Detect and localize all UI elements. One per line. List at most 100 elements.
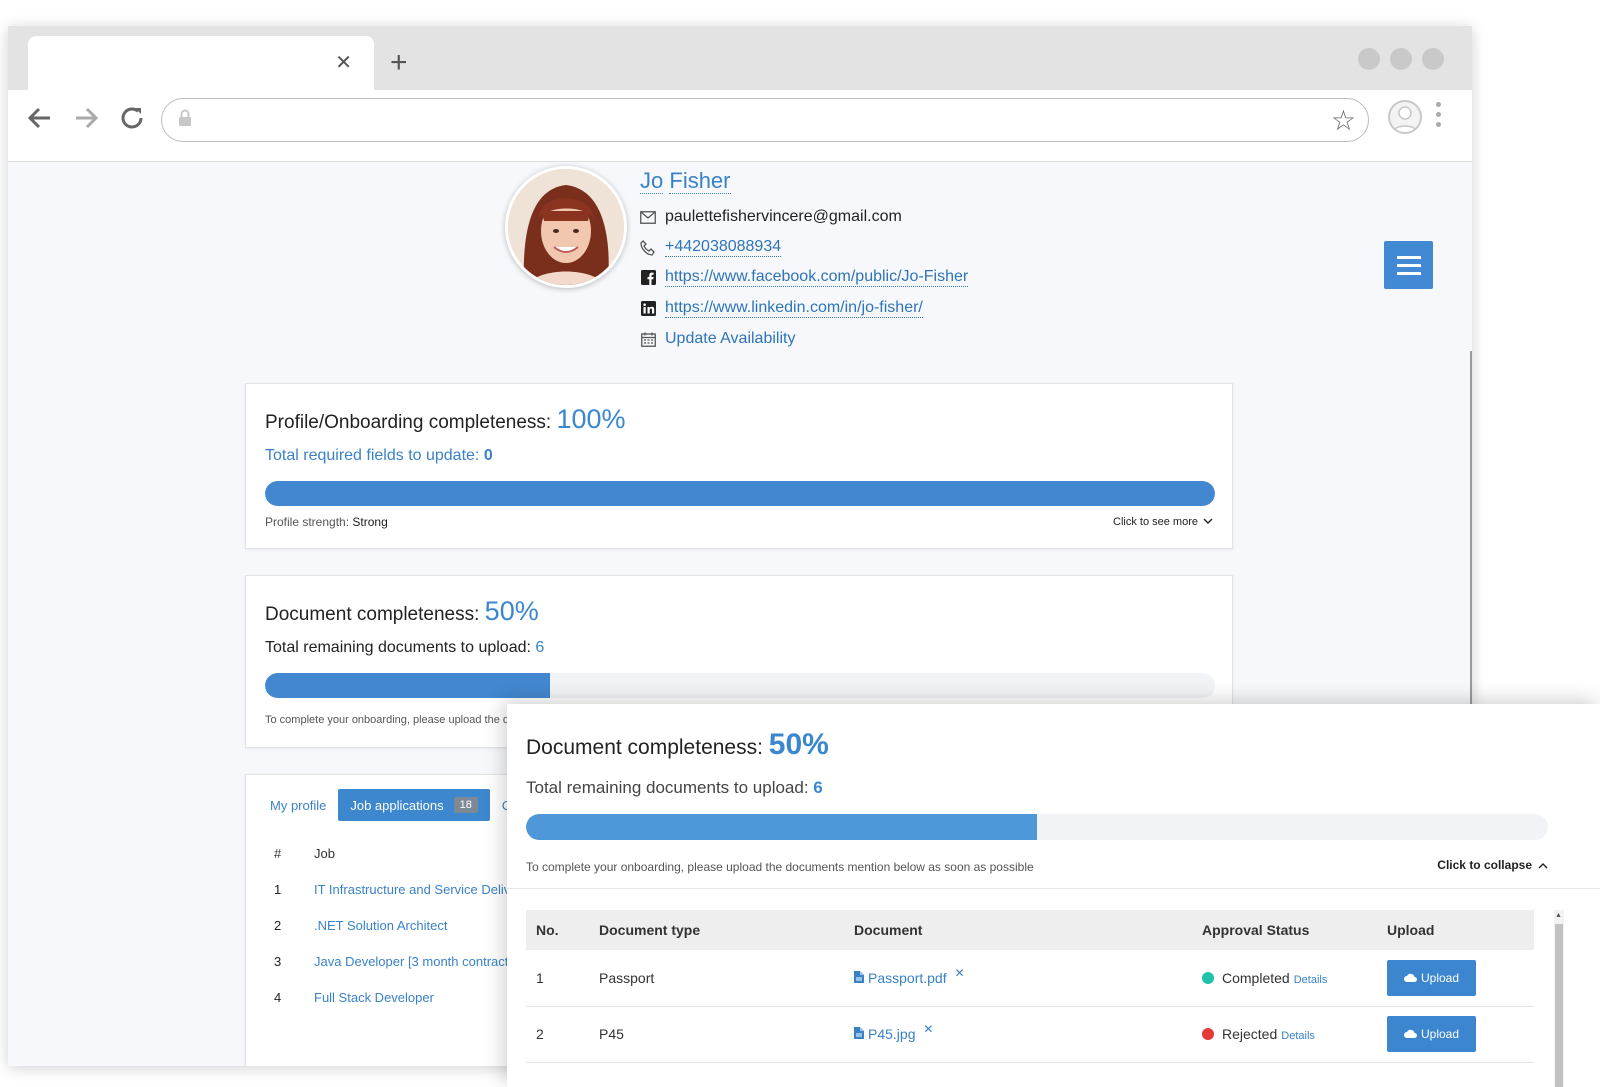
onboarding-progress-bar [265,481,1215,506]
address-bar[interactable]: ☆ [161,98,1369,142]
status-details-link[interactable]: Details [1294,974,1328,986]
lock-icon [178,109,192,127]
page-scrollbar[interactable] [1470,351,1472,706]
status-dot-icon [1202,971,1214,984]
col-document: Document [844,910,1192,950]
remove-file-icon[interactable]: ✕ [955,966,965,980]
col-upload: Upload [1377,910,1534,950]
candidate-name[interactable]: Jo Fisher [640,168,731,194]
approval-status: Rejected Details [1192,1006,1377,1063]
document-file-link[interactable]: Passport.pdf [854,970,947,986]
window-minimize-button[interactable] [1358,48,1380,70]
phone-link[interactable]: +442038088934 [665,238,782,257]
chevron-up-icon [1538,858,1548,872]
panel-heading: Document completeness: 50% [526,728,829,761]
status-dot-icon [1202,1028,1214,1040]
job-link[interactable]: IT Infrastructure and Service Deliver [314,882,522,897]
new-tab-icon[interactable]: + [390,48,408,78]
file-icon [854,970,864,986]
document-percent: 50% [484,596,539,626]
remove-file-icon[interactable]: ✕ [923,1022,933,1036]
col-no: No. [526,910,589,950]
linkedin-row: https://www.linkedin.com/in/jo-fisher/ [640,299,923,318]
cloud-upload-icon [1403,971,1417,985]
jobs-col-job: Job [314,845,335,861]
phone-row: +442038088934 [640,238,782,257]
job-applications-count: 18 [453,797,478,813]
job-link[interactable]: Java Developer [3 month contract] [314,954,512,969]
menu-hamburger-button[interactable] [1384,241,1433,289]
collapse-toggle[interactable]: Click to collapse [1437,858,1548,872]
status-details-link[interactable]: Details [1281,1030,1315,1042]
linkedin-link[interactable]: https://www.linkedin.com/in/jo-fisher/ [665,299,923,318]
col-approval-status: Approval Status [1192,910,1377,950]
tab-bar: ✕ + [8,26,1472,90]
panel-note: To complete your onboarding, please uplo… [526,860,1034,874]
browser-toolbar: ☆ [8,90,1472,162]
onboarding-percent: 100% [556,404,626,434]
documents-table-scrollbar[interactable]: ▲ [1554,910,1564,1087]
cloud-upload-icon [1403,1027,1417,1041]
document-heading: Document completeness: 50% [265,596,539,626]
email-text: paulettefishervincere@gmail.com [665,208,902,225]
tab-job-applications[interactable]: Job applications 18 [338,789,490,821]
table-row: 3 Java Developer [3 month contract] [274,953,512,969]
calendar-icon [640,331,656,347]
browser-tab[interactable]: ✕ [28,36,374,90]
forward-arrow-icon[interactable] [72,104,100,138]
document-completeness-panel: Document completeness: 50% Total remaini… [507,704,1600,1087]
table-row: 2 .NET Solution Architect [274,917,448,933]
col-document-type: Document type [589,910,844,950]
facebook-icon [640,270,656,286]
panel-divider [507,888,1600,889]
job-link[interactable]: .NET Solution Architect [314,918,447,933]
chevron-down-icon [1203,516,1213,528]
file-icon [854,1026,864,1042]
document-file-link[interactable]: P45.jpg [854,1026,915,1042]
job-link[interactable]: Full Stack Developer [314,990,434,1005]
remaining-documents-text: Total remaining documents to upload: 6 [265,639,545,656]
linkedin-icon [640,301,656,317]
facebook-row: https://www.facebook.com/public/Jo-Fishe… [640,268,969,287]
email-row: paulettefishervincere@gmail.com [640,208,902,226]
scrollbar-thumb[interactable] [1555,924,1563,1087]
table-row: 1 IT Infrastructure and Service Deliver [274,881,522,897]
window-controls [1358,48,1444,70]
window-close-button[interactable] [1422,48,1444,70]
approval-status: Completed Details [1192,950,1377,1007]
facebook-link[interactable]: https://www.facebook.com/public/Jo-Fishe… [665,268,969,287]
see-more-toggle[interactable]: Click to see more [1113,515,1213,529]
browser-profile-avatar[interactable] [1388,100,1422,134]
envelope-icon [640,209,656,225]
onboarding-progress-fill [265,481,1215,506]
profile-photo [505,166,627,288]
panel-progress-bar [526,814,1548,840]
phone-icon [640,239,656,256]
documents-header-row: No. Document type Document Approval Stat… [526,910,1534,950]
profile-strength: Profile strength: Strong [265,515,388,529]
window-maximize-button[interactable] [1390,48,1412,70]
update-availability-link[interactable]: Update Availability [665,330,795,348]
upload-button[interactable]: Upload [1387,1016,1476,1052]
panel-progress-fill [526,814,1037,840]
reload-icon[interactable] [118,104,146,138]
jobs-col-no: # [274,845,282,861]
browser-menu-icon[interactable] [1436,102,1442,127]
documents-table: No. Document type Document Approval Stat… [526,910,1534,1063]
document-progress-fill [265,673,550,698]
table-row: 4 Full Stack Developer [274,989,434,1005]
bookmark-star-icon[interactable]: ☆ [1331,104,1356,137]
close-tab-icon[interactable]: ✕ [335,50,352,75]
upload-button[interactable]: Upload [1387,959,1476,996]
table-row: 1 Passport Passport.pdf ✕ Completed Detai… [526,950,1534,1007]
availability-row: Update Availability [640,330,795,348]
document-progress-bar [265,673,1215,698]
panel-percent: 50% [768,728,829,761]
back-arrow-icon[interactable] [26,104,54,138]
scroll-up-icon[interactable]: ▲ [1555,912,1562,919]
onboarding-heading: Profile/Onboarding completeness: 100% [265,404,626,434]
jobs-table: # Job 1 IT Infrastructure and Service De… [274,835,534,1015]
onboarding-card: Profile/Onboarding completeness: 100% To… [245,383,1233,549]
tab-my-profile[interactable]: My profile [270,790,326,821]
panel-remaining-text: Total remaining documents to upload: 6 [526,778,823,797]
